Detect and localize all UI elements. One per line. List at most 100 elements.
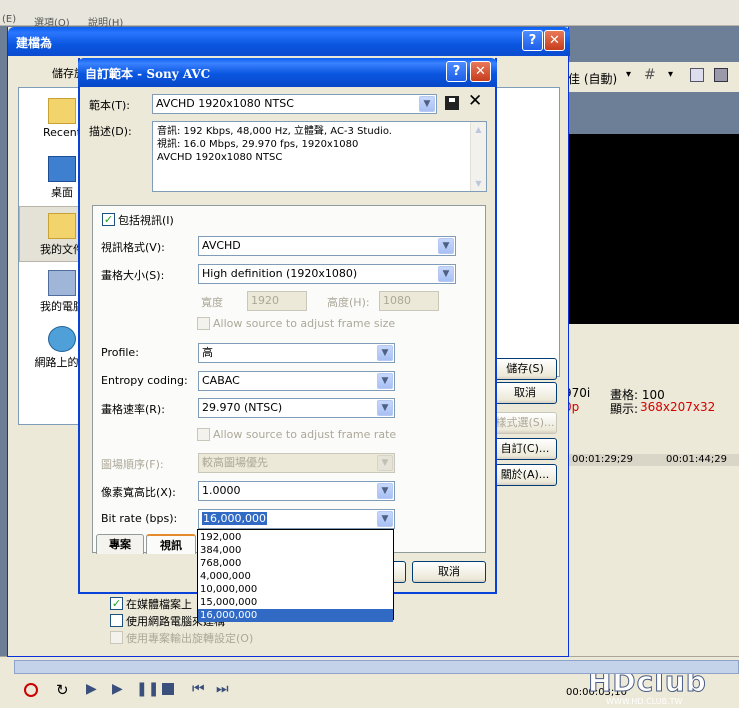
delete-template-icon[interactable]: ✕ (468, 91, 482, 111)
zoom-selector[interactable]: 佳 (自動) (568, 70, 617, 87)
entropy-value: CABAC (202, 374, 240, 387)
video-format-label: 視訊格式(V): (101, 241, 165, 254)
field-order-select[interactable]: 較高圖場優先 ▼ (198, 453, 395, 473)
stop-icon[interactable] (162, 683, 174, 695)
save-help-button[interactable]: ? (522, 30, 543, 51)
media-bin-label: 在媒體檔案上 (126, 598, 192, 611)
allow-source-size-checkbox[interactable] (197, 317, 210, 330)
chevron-down-icon[interactable]: ▼ (377, 483, 393, 499)
scroll-up-icon[interactable]: ▲ (471, 122, 486, 137)
record-icon[interactable] (24, 683, 38, 697)
video-format-value: AVCHD (202, 239, 241, 252)
recent-folder-icon (48, 98, 76, 124)
tab-bar: 專案 視訊 (92, 534, 202, 554)
profile-select[interactable]: 高 ▼ (198, 343, 395, 363)
template-select[interactable]: AVCHD 1920x1080 NTSC ▼ (152, 94, 437, 114)
next-frame-icon[interactable]: ⏭ (216, 681, 229, 697)
include-video-label: 包括視訊(I) (118, 214, 174, 227)
timeline-ruler[interactable]: 00:01:29;29 00:01:44;29 (558, 454, 739, 466)
bitrate-select[interactable]: 16,000,000 ▼ (198, 509, 395, 529)
allow-source-rate-label: Allow source to adjust frame rate (213, 428, 397, 441)
chevron-down-icon[interactable]: ▾ (626, 69, 631, 80)
grid-icon[interactable]: # (644, 67, 656, 83)
about-button[interactable]: 關於(A)... (493, 464, 557, 486)
chevron-down-icon[interactable]: ▼ (438, 238, 454, 254)
info-display-value: 368x207x32 (640, 400, 716, 414)
scroll-down-icon[interactable]: ▼ (471, 176, 486, 191)
save-dialog-titlebar[interactable]: 建檔為 ? ✕ (8, 27, 570, 56)
bitrate-dropdown-list: 192,000 384,000 768,000 4,000,000 10,000… (197, 529, 394, 622)
loop-icon[interactable]: ↻ (56, 681, 69, 699)
frame-size-value: High definition (1920x1080) (202, 267, 358, 280)
height-label: 高度(H): (327, 296, 370, 309)
cancel-button[interactable]: 取消 (412, 561, 486, 583)
bitrate-option[interactable]: 192,000 (198, 531, 393, 544)
info-display-label: 顯示: (610, 402, 639, 416)
help-button[interactable]: ? (446, 61, 467, 82)
play-from-start-icon[interactable]: ▶ (86, 681, 97, 697)
bitrate-option[interactable]: 4,000,000 (198, 570, 393, 583)
media-bin-checkbox[interactable]: ✓ (110, 597, 123, 610)
video-preview (567, 134, 739, 324)
menu-edit[interactable]: (E) (2, 14, 16, 25)
timeline-scroll[interactable] (14, 660, 739, 674)
timecode-a: 00:01:29;29 (572, 454, 634, 465)
field-order-label: 圖場順序(F): (101, 458, 164, 471)
chevron-down-icon[interactable]: ▼ (419, 96, 435, 112)
frame-size-select[interactable]: High definition (1920x1080) ▼ (198, 264, 456, 284)
description-scrollbar[interactable]: ▲ ▼ (470, 122, 486, 191)
chevron-down-icon[interactable]: ▼ (377, 373, 393, 389)
tab-project[interactable]: 專案 (96, 534, 144, 554)
prev-frame-icon[interactable]: ⏮ (192, 681, 205, 697)
chevron-down-icon[interactable]: ▼ (438, 266, 454, 282)
allow-source-rate-checkbox[interactable] (197, 428, 210, 441)
height-field[interactable]: 1080 (379, 291, 439, 311)
template-select-button[interactable]: 樣式選(S)... (493, 412, 557, 434)
chevron-down-icon[interactable]: ▼ (377, 400, 393, 416)
save-snapshot-icon[interactable] (714, 68, 728, 82)
bitrate-option[interactable]: 768,000 (198, 557, 393, 570)
frame-rate-select[interactable]: 29.970 (NTSC) ▼ (198, 398, 395, 418)
description-box[interactable]: 音訊: 192 Kbps, 48,000 Hz, 立體聲, AC-3 Studi… (152, 121, 487, 192)
watermark-url: WWW.HD.CLUB.TW (606, 697, 683, 706)
custom-button[interactable]: 自訂(C)... (493, 438, 557, 460)
pixel-aspect-select[interactable]: 1.0000 ▼ (198, 481, 395, 501)
close-button[interactable]: ✕ (470, 61, 491, 82)
bitrate-value: 16,000,000 (202, 512, 267, 525)
play-icon[interactable]: ▶ (112, 681, 123, 697)
entropy-select[interactable]: CABAC ▼ (198, 371, 395, 391)
chevron-down-icon[interactable]: ▼ (377, 511, 393, 527)
save-cancel-button[interactable]: 取消 (493, 382, 557, 404)
width-field[interactable]: 1920 (247, 291, 307, 311)
include-video-checkbox[interactable]: ✓ (102, 213, 115, 226)
bitrate-option-selected[interactable]: 16,000,000 (198, 609, 393, 622)
bitrate-option[interactable]: 384,000 (198, 544, 393, 557)
field-order-value: 較高圖場優先 (202, 456, 268, 469)
save-dialog-title: 建檔為 (16, 36, 53, 50)
network-render-checkbox[interactable] (110, 614, 123, 627)
entropy-label: Entropy coding: (101, 374, 188, 387)
save-template-icon[interactable] (445, 96, 459, 110)
chevron-down-icon[interactable]: ▾ (668, 69, 673, 80)
dialog-title: 自訂範本 - Sony AVC (85, 67, 211, 81)
bitrate-option[interactable]: 10,000,000 (198, 583, 393, 596)
description-label: 描述(D): (89, 125, 132, 138)
pause-icon[interactable]: ❚❚ (136, 681, 159, 697)
chevron-down-icon[interactable]: ▼ (377, 345, 393, 361)
description-line: 音訊: 192 Kbps, 48,000 Hz, 立體聲, AC-3 Studi… (157, 126, 392, 137)
copy-snapshot-icon[interactable] (690, 68, 704, 82)
save-button[interactable]: 儲存(S) (493, 358, 557, 380)
save-close-button[interactable]: ✕ (544, 30, 565, 51)
network-icon (48, 326, 76, 352)
app-menubar: (E) 選項(O) 說明(H) (0, 0, 739, 29)
tab-video[interactable]: 視訊 (146, 534, 196, 554)
dialog-titlebar[interactable]: 自訂範本 - Sony AVC ? ✕ (78, 58, 497, 87)
frame-rate-value: 29.970 (NTSC) (202, 401, 283, 414)
documents-folder-icon (48, 213, 76, 239)
bitrate-option[interactable]: 15,000,000 (198, 596, 393, 609)
desktop-icon (48, 156, 76, 182)
chevron-down-icon[interactable]: ▼ (377, 455, 393, 471)
pixel-aspect-label: 像素寬高比(X): (101, 486, 176, 499)
rotate-checkbox[interactable] (110, 631, 123, 644)
video-format-select[interactable]: AVCHD ▼ (198, 236, 456, 256)
